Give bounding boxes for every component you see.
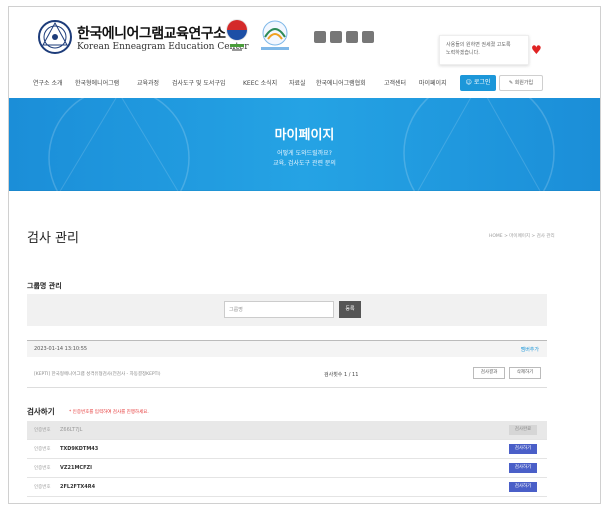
test-complete-button: 검사완료 <box>509 425 537 435</box>
test-row: 인증번호 VZ21MCFZI 검사하기 <box>27 459 547 478</box>
group-datetime: 2023-01-14 13:10:55 <box>34 346 88 352</box>
test-row: 인증번호 2FL2FTX4R4 검사하기 <box>27 478 547 497</box>
page-title: 검사 관리 <box>27 231 79 246</box>
group-register-box: 그룹명 등록 <box>27 294 547 326</box>
delete-button[interactable]: 삭제하기 <box>509 367 541 379</box>
certification-emblem-icon <box>261 20 289 50</box>
nav-item-korean-enneagram[interactable]: 한국형에니어그램 <box>75 78 119 87</box>
code-label: 인증번호 <box>34 447 51 452</box>
test-row: 인증번호 Z66LT7JL 검사완료 <box>27 421 547 440</box>
logo-korean-text[interactable]: 한국에니어그램교육연구소 <box>77 23 226 43</box>
notice-line-2: 노력하겠습니다. <box>446 50 480 56</box>
group-description: [KEPTI] 한국형에니어그램 성격유형검사(전검사 - 자동결정KEPTI) <box>34 372 161 377</box>
breadcrumb: HOME > 마이페이지 > 검사 관리 <box>489 234 555 239</box>
login-button[interactable]: ☺ 로그인 <box>460 75 496 91</box>
take-test-button[interactable]: 검사하기 <box>509 482 537 492</box>
browser-page: 한국에니어그램교육연구소 Korean Enneagram Education … <box>8 6 601 504</box>
test-section-note: * 인증번호를 입력하여 검사를 진행하세요. <box>69 410 149 415</box>
nav-item-test-tools[interactable]: 검사도구 및 도서구입 <box>172 78 226 87</box>
group-section-title: 그룹명 관리 <box>27 282 62 290</box>
login-label: 로그인 <box>473 79 491 86</box>
government-emblem-icon <box>226 19 248 51</box>
code-label: 인증번호 <box>34 428 51 433</box>
auth-code: VZ21MCFZI <box>60 465 92 471</box>
auth-code: 2FL2FTX4R4 <box>60 484 96 490</box>
add-member-link[interactable]: 멤버추가 <box>521 346 539 353</box>
join-button[interactable]: ✎ 회원가입 <box>499 75 543 91</box>
instagram-icon[interactable] <box>362 31 374 43</box>
join-icon: ✎ <box>508 80 514 86</box>
join-label: 회원가입 <box>514 80 534 86</box>
page-banner: 마이페이지 어떻게 도와드릴까요? 교육, 검사도구 관련 문의 <box>9 98 600 191</box>
code-label: 인증번호 <box>34 466 51 471</box>
user-icon: ☺ <box>465 79 472 86</box>
banner-title: 마이페이지 <box>274 128 335 143</box>
main-nav: 연구소 소개 한국형에니어그램 교육과정 검사도구 및 도서구입 KEEC 소식… <box>9 75 600 93</box>
test-result-button[interactable]: 검사결과 <box>473 367 505 379</box>
youtube-icon[interactable] <box>346 31 358 43</box>
nav-item-support[interactable]: 고객센터 <box>384 78 406 87</box>
site-header: 한국에니어그램교육연구소 Korean Enneagram Education … <box>9 7 600 69</box>
nav-item-mypage[interactable]: 마이페이지 <box>419 78 447 87</box>
take-test-button[interactable]: 검사하기 <box>509 463 537 473</box>
group-name-input[interactable]: 그룹명 <box>224 301 334 318</box>
banner-subtitle-1: 어떻게 도와드릴까요? <box>277 150 332 157</box>
notice-popup: 사용들의 원하면 권세졌 고도록 노력하겠습니다. <box>439 35 529 65</box>
nav-item-courses[interactable]: 교육과정 <box>137 78 159 87</box>
nav-item-about[interactable]: 연구소 소개 <box>33 78 63 87</box>
auth-code: Z66LT7JL <box>60 427 83 433</box>
auth-code: TXD9KDTM43 <box>60 446 99 452</box>
group-test-count: 검사횟수 1 / 11 <box>324 372 359 378</box>
group-panel: 2023-01-14 13:10:55 멤버추가 [KEPTI] 한국형에니어그… <box>27 340 547 388</box>
heart-icon[interactable]: ♥ <box>531 43 542 57</box>
test-row: 인증번호 TXD9KDTM43 검사하기 <box>27 440 547 459</box>
take-test-button[interactable]: 검사하기 <box>509 444 537 454</box>
banner-subtitle-2: 교육, 검사도구 관련 문의 <box>273 160 336 167</box>
nav-item-library[interactable]: 자료실 <box>289 78 306 87</box>
enneagram-logo-icon[interactable] <box>37 19 73 55</box>
nav-item-newsletter[interactable]: KEEC 소식지 <box>243 78 277 87</box>
blog-icon[interactable] <box>314 31 326 43</box>
register-button[interactable]: 등록 <box>339 301 361 318</box>
facebook-icon[interactable] <box>330 31 342 43</box>
banner-pattern-icon <box>9 98 600 191</box>
nav-item-association[interactable]: 한국에니어그램협회 <box>316 78 366 87</box>
notice-line-1: 사용들의 원하면 권세졌 고도록 <box>446 42 511 48</box>
group-header: 2023-01-14 13:10:55 멤버추가 <box>27 341 547 357</box>
code-label: 인증번호 <box>34 485 51 490</box>
test-section-title: 검사하기 <box>27 407 55 416</box>
